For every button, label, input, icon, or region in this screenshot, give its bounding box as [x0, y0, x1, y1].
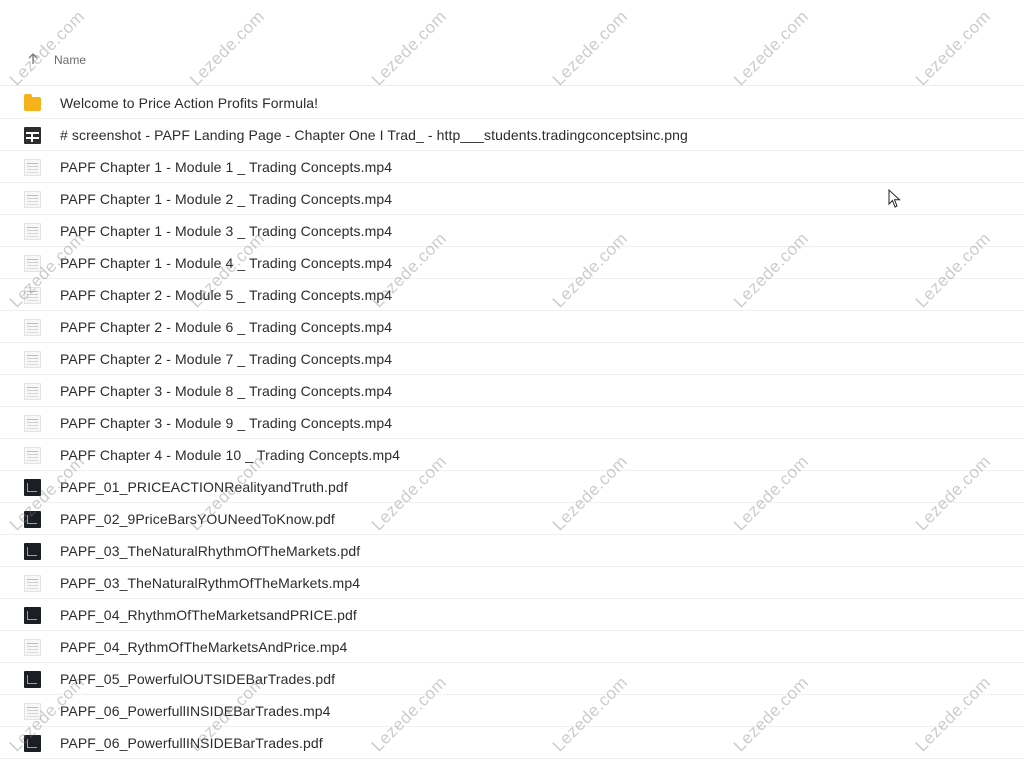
- file-name: PAPF Chapter 2 - Module 6 _ Trading Conc…: [60, 319, 393, 335]
- file-name: PAPF_03_TheNaturalRhythmOfTheMarkets.pdf: [60, 543, 361, 559]
- file-row[interactable]: PAPF Chapter 2 - Module 5 _ Trading Conc…: [0, 279, 1024, 311]
- file-name: PAPF Chapter 1 - Module 1 _ Trading Conc…: [60, 159, 393, 175]
- pdf-icon: [24, 735, 41, 752]
- file-name: PAPF_03_TheNaturalRythmOfTheMarkets.mp4: [60, 575, 361, 591]
- video-icon: [24, 223, 41, 240]
- file-name: PAPF Chapter 1 - Module 2 _ Trading Conc…: [60, 191, 393, 207]
- file-name: PAPF Chapter 2 - Module 7 _ Trading Conc…: [60, 351, 393, 367]
- file-row[interactable]: PAPF_06_PowerfullINSIDEBarTrades.mp4: [0, 695, 1024, 727]
- video-icon: [24, 575, 41, 592]
- file-row[interactable]: PAPF Chapter 1 - Module 3 _ Trading Conc…: [0, 215, 1024, 247]
- file-name: PAPF Chapter 1 - Module 4 _ Trading Conc…: [60, 255, 393, 271]
- file-name: PAPF Chapter 1 - Module 3 _ Trading Conc…: [60, 223, 393, 239]
- file-name: # screenshot - PAPF Landing Page - Chapt…: [60, 127, 688, 143]
- video-icon: [24, 191, 41, 208]
- file-name: PAPF_01_PRICEACTIONRealityandTruth.pdf: [60, 479, 348, 495]
- file-row[interactable]: PAPF Chapter 1 - Module 4 _ Trading Conc…: [0, 247, 1024, 279]
- file-name: PAPF Chapter 3 - Module 9 _ Trading Conc…: [60, 415, 393, 431]
- file-row[interactable]: PAPF_02_9PriceBarsYOUNeedToKnow.pdf: [0, 503, 1024, 535]
- name-column-header[interactable]: Name: [54, 53, 86, 67]
- file-row[interactable]: PAPF Chapter 3 - Module 8 _ Trading Conc…: [0, 375, 1024, 407]
- file-row[interactable]: PAPF_03_TheNaturalRhythmOfTheMarkets.pdf: [0, 535, 1024, 567]
- mouse-cursor-icon: [888, 189, 901, 208]
- file-row[interactable]: # screenshot - PAPF Landing Page - Chapt…: [0, 119, 1024, 151]
- pdf-icon: [24, 511, 41, 528]
- video-icon: [24, 415, 41, 432]
- file-row[interactable]: PAPF_06_PowerfullINSIDEBarTrades.pdf: [0, 727, 1024, 759]
- video-icon: [24, 287, 41, 304]
- pdf-icon: [24, 543, 41, 560]
- video-icon: [24, 703, 41, 720]
- image-icon: [24, 127, 41, 144]
- file-name: PAPF Chapter 3 - Module 8 _ Trading Conc…: [60, 383, 393, 399]
- video-icon: [24, 255, 41, 272]
- pdf-icon: [24, 671, 41, 688]
- file-list: Welcome to Price Action Profits Formula!…: [0, 87, 1024, 759]
- video-icon: [24, 319, 41, 336]
- folder-icon: [24, 94, 41, 111]
- file-name: PAPF_06_PowerfullINSIDEBarTrades.pdf: [60, 735, 323, 751]
- file-row[interactable]: PAPF Chapter 1 - Module 1 _ Trading Conc…: [0, 151, 1024, 183]
- file-row[interactable]: PAPF_04_RhythmOfTheMarketsandPRICE.pdf: [0, 599, 1024, 631]
- arrow-up-icon[interactable]: [26, 52, 40, 66]
- file-name: PAPF_04_RhythmOfTheMarketsandPRICE.pdf: [60, 607, 357, 623]
- file-row[interactable]: PAPF Chapter 4 - Module 10 _ Trading Con…: [0, 439, 1024, 471]
- file-row[interactable]: PAPF Chapter 2 - Module 7 _ Trading Conc…: [0, 343, 1024, 375]
- file-row[interactable]: PAPF Chapter 2 - Module 6 _ Trading Conc…: [0, 311, 1024, 343]
- file-name: PAPF_05_PowerfulOUTSIDEBarTrades.pdf: [60, 671, 336, 687]
- file-row[interactable]: PAPF_03_TheNaturalRythmOfTheMarkets.mp4: [0, 567, 1024, 599]
- video-icon: [24, 383, 41, 400]
- file-row[interactable]: PAPF_05_PowerfulOUTSIDEBarTrades.pdf: [0, 663, 1024, 695]
- file-row[interactable]: PAPF_01_PRICEACTIONRealityandTruth.pdf: [0, 471, 1024, 503]
- file-name: Welcome to Price Action Profits Formula!: [60, 95, 319, 111]
- list-header: Name: [0, 44, 1024, 86]
- video-icon: [24, 159, 41, 176]
- video-icon: [24, 351, 41, 368]
- pdf-icon: [24, 479, 41, 496]
- file-name: PAPF_06_PowerfullINSIDEBarTrades.mp4: [60, 703, 331, 719]
- file-row[interactable]: PAPF Chapter 1 - Module 2 _ Trading Conc…: [0, 183, 1024, 215]
- file-name: PAPF_02_9PriceBarsYOUNeedToKnow.pdf: [60, 511, 335, 527]
- file-name: PAPF_04_RythmOfTheMarketsAndPrice.mp4: [60, 639, 348, 655]
- file-row[interactable]: PAPF Chapter 3 - Module 9 _ Trading Conc…: [0, 407, 1024, 439]
- file-row[interactable]: PAPF_04_RythmOfTheMarketsAndPrice.mp4: [0, 631, 1024, 663]
- video-icon: [24, 639, 41, 656]
- video-icon: [24, 447, 41, 464]
- pdf-icon: [24, 607, 41, 624]
- file-name: PAPF Chapter 4 - Module 10 _ Trading Con…: [60, 447, 401, 463]
- file-row[interactable]: Welcome to Price Action Profits Formula!: [0, 87, 1024, 119]
- file-name: PAPF Chapter 2 - Module 5 _ Trading Conc…: [60, 287, 393, 303]
